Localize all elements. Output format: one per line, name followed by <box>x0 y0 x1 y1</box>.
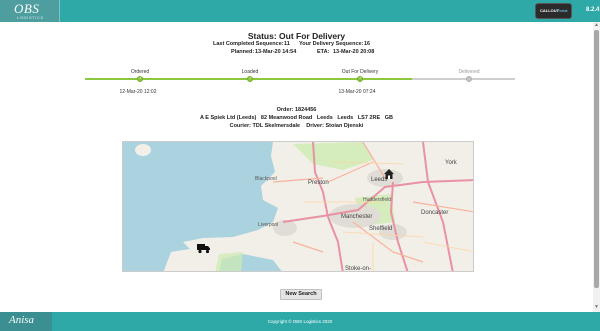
driver-name: Stoian Djenski <box>325 123 364 129</box>
courier-label: Courier: <box>229 123 251 129</box>
map-land-wales <box>163 246 223 271</box>
map-park-west <box>215 252 243 271</box>
map-label-stoke: Stoke-on- <box>345 266 372 272</box>
driver-label: Driver: <box>306 123 324 129</box>
delivery-map[interactable]: Blackpool Preston Leeds York Manchester … <box>122 141 474 272</box>
top-bar <box>0 0 600 22</box>
stage-loaded-check-icon: ✓ <box>247 75 253 82</box>
map-label-sheffield: Sheffield <box>369 226 393 232</box>
map-label-blackpool: Blackpool <box>255 176 277 182</box>
map-canvas <box>135 142 473 271</box>
order-number: 1824456 <box>294 107 317 113</box>
last-completed-value: 11 <box>284 41 290 47</box>
map-island <box>135 144 151 156</box>
corner-text: 8.2.4 <box>586 7 600 13</box>
stage-ordered-date: 12-Mar-20 12:02 <box>119 89 157 95</box>
scroll-down-icon[interactable]: ▼ <box>594 305 599 310</box>
page-title: Status: Out For Delivery <box>247 31 346 41</box>
stage-delivered-pending-icon <box>466 76 472 82</box>
eta-value: 13-Mar-20 20:08 <box>333 49 375 55</box>
map-label-preston: Preston <box>308 180 329 186</box>
planned-value: 13-Mar-20 14:54 <box>255 49 297 55</box>
order-label: Order: <box>276 107 294 113</box>
new-search-button[interactable]: New Search <box>280 289 322 300</box>
stage-out-for-delivery-check-icon: ✓ <box>357 75 363 82</box>
map-label-huddersfield: Huddersfield <box>363 197 392 203</box>
map-label-doncaster: Doncaster <box>421 210 449 216</box>
footer-copyright: Copyright © OBS Logistics 2020 <box>267 319 333 324</box>
stage-delivered-label: Delivered <box>458 69 480 75</box>
delivery-address: A E Spiek Ltd (Leeds) 82 Meanwood Road L… <box>200 115 393 121</box>
obs-logo[interactable]: OBS LOGISTICS <box>0 0 60 22</box>
eta-label: ETA: <box>317 49 330 55</box>
planned-label: Planned: <box>231 49 255 55</box>
courier-name: TDL Skelmersdale <box>252 123 301 129</box>
callout-portal-badge[interactable]: CALLOUT Portal <box>535 3 572 19</box>
map-label-liverpool: Liverpool <box>258 222 279 228</box>
your-delivery-value: 16 <box>364 41 371 47</box>
your-delivery-label: Your Delivery Sequence: <box>299 41 364 47</box>
destination-home-icon[interactable] <box>383 168 395 180</box>
stage-ordered-check-icon: ✓ <box>137 75 143 82</box>
scroll-up-icon[interactable]: ▲ <box>594 23 599 28</box>
order-number-line: Order: 1824456 <box>0 107 593 113</box>
badge-secondary: Portal <box>557 8 568 13</box>
delivery-truck-icon[interactable] <box>197 243 211 254</box>
last-completed-label: Last Completed Sequence: <box>213 41 284 47</box>
scrollbar-thumb[interactable] <box>594 30 599 288</box>
logo-subtext: LOGISTICS <box>17 15 44 20</box>
map-label-manchester: Manchester <box>341 214 373 220</box>
courier-driver-line: Courier: TDL Skelmersdale Driver: Stoian… <box>0 123 593 129</box>
page-scrollbar[interactable]: ▲ ▼ <box>593 22 600 312</box>
map-label-york: York <box>445 160 457 166</box>
stage-out-for-delivery-date: 13-Mar-20 07:24 <box>338 89 376 95</box>
